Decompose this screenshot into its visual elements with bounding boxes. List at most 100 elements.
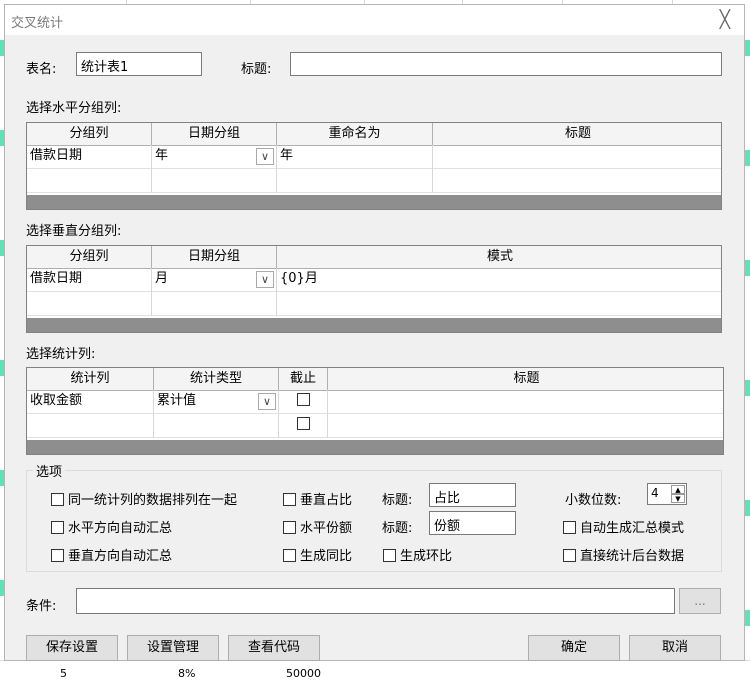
pattern-cell[interactable]: {0}月 bbox=[277, 268, 721, 292]
empty-cell[interactable] bbox=[27, 169, 152, 193]
gen-yoy-label: 生成同比 bbox=[300, 549, 353, 564]
decimals-stepper[interactable]: 4 ▲ ▼ bbox=[647, 483, 687, 505]
chevron-down-icon[interactable]: ∨ bbox=[258, 393, 276, 410]
empty-cell[interactable] bbox=[152, 292, 277, 316]
horizontal-scrollbar[interactable] bbox=[27, 195, 721, 209]
group-column-cell[interactable]: 借款日期 bbox=[27, 145, 152, 169]
empty-cell[interactable] bbox=[152, 169, 277, 193]
sheet-row: 5 8% 50000 bbox=[0, 660, 750, 682]
cutoff-cell bbox=[279, 390, 328, 414]
column-header[interactable]: 截止 bbox=[279, 368, 328, 390]
auto-summary-mode-checkbox[interactable] bbox=[563, 521, 576, 534]
date-group-select[interactable]: 年 ∨ bbox=[152, 145, 277, 169]
rename-cell[interactable]: 年 bbox=[277, 145, 433, 169]
ratio-title-label: 标题: bbox=[382, 493, 413, 508]
cancel-button[interactable]: 取消 bbox=[629, 635, 721, 661]
gen-yoy-option[interactable]: 生成同比 bbox=[283, 545, 352, 564]
table-row[interactable]: 借款日期 月 ∨ {0}月 bbox=[27, 268, 721, 292]
table-row[interactable] bbox=[27, 169, 721, 193]
stats-scrollbar[interactable] bbox=[27, 440, 723, 454]
stat-type-select[interactable]: 累计值 ∨ bbox=[154, 390, 279, 414]
empty-cell[interactable] bbox=[328, 414, 723, 438]
h-auto-sum-checkbox[interactable] bbox=[51, 521, 64, 534]
v-ratio-option[interactable]: 垂直占比 bbox=[283, 489, 352, 508]
empty-cell[interactable] bbox=[433, 169, 721, 193]
column-header[interactable]: 日期分组 bbox=[152, 246, 277, 268]
settings-manage-button[interactable]: 设置管理 bbox=[127, 635, 219, 661]
column-header[interactable]: 统计列 bbox=[27, 368, 154, 390]
column-header[interactable]: 标题 bbox=[433, 123, 721, 145]
column-header[interactable]: 日期分组 bbox=[152, 123, 277, 145]
gen-yoy-checkbox[interactable] bbox=[283, 549, 296, 562]
decimals-label: 小数位数: bbox=[565, 493, 622, 508]
v-auto-sum-option[interactable]: 垂直方向自动汇总 bbox=[51, 545, 172, 564]
ratio-title-input[interactable]: 占比 bbox=[429, 483, 516, 507]
cutoff-checkbox[interactable] bbox=[296, 392, 310, 406]
h-share-option[interactable]: 水平份额 bbox=[283, 517, 352, 536]
v-auto-sum-label: 垂直方向自动汇总 bbox=[68, 549, 173, 564]
empty-cell[interactable] bbox=[277, 292, 721, 316]
same-row-label: 同一统计列的数据排列在一起 bbox=[68, 493, 238, 508]
close-icon[interactable]: ╳ bbox=[720, 10, 730, 30]
spin-up-icon[interactable]: ▲ bbox=[671, 485, 685, 494]
group-column-cell[interactable]: 借款日期 bbox=[27, 268, 152, 292]
date-group-value: 月 bbox=[155, 271, 169, 286]
title-input[interactable] bbox=[290, 52, 722, 76]
table-row[interactable]: 收取金额 累计值 ∨ bbox=[27, 390, 723, 414]
horizontal-section-label: 选择水平分组列: bbox=[26, 101, 122, 116]
chevron-down-icon[interactable]: ∨ bbox=[256, 148, 274, 165]
v-ratio-checkbox[interactable] bbox=[283, 493, 296, 506]
empty-cell[interactable] bbox=[154, 414, 279, 438]
h-share-checkbox[interactable] bbox=[283, 521, 296, 534]
title-cell[interactable] bbox=[433, 145, 721, 169]
date-group-value: 年 bbox=[155, 148, 169, 163]
empty-cell[interactable] bbox=[27, 414, 154, 438]
v-ratio-label: 垂直占比 bbox=[300, 493, 353, 508]
vertical-group-grid: 分组列 日期分组 模式 借款日期 月 ∨ {0}月 bbox=[26, 245, 722, 333]
title-label: 标题: bbox=[241, 62, 272, 77]
decimals-value: 4 bbox=[651, 486, 659, 500]
share-title-label: 标题: bbox=[382, 521, 413, 536]
stat-type-value: 累计值 bbox=[157, 393, 197, 408]
chevron-down-icon[interactable]: ∨ bbox=[256, 271, 274, 288]
empty-cell[interactable] bbox=[27, 292, 152, 316]
cutoff-checkbox[interactable] bbox=[296, 416, 310, 430]
h-auto-sum-option[interactable]: 水平方向自动汇总 bbox=[51, 517, 172, 536]
column-header[interactable]: 模式 bbox=[277, 246, 721, 268]
direct-backend-checkbox[interactable] bbox=[563, 549, 576, 562]
table-row[interactable]: 借款日期 年 ∨ 年 bbox=[27, 145, 721, 169]
table-row[interactable] bbox=[27, 414, 723, 438]
condition-input[interactable] bbox=[76, 588, 675, 614]
title-cell[interactable] bbox=[328, 390, 723, 414]
column-header[interactable]: 分组列 bbox=[27, 123, 152, 145]
date-group-select[interactable]: 月 ∨ bbox=[152, 268, 277, 292]
empty-cell[interactable] bbox=[277, 169, 433, 193]
save-settings-button[interactable]: 保存设置 bbox=[26, 635, 118, 661]
gen-mom-option[interactable]: 生成环比 bbox=[383, 545, 452, 564]
stats-section-label: 选择统计列: bbox=[26, 347, 96, 362]
dialog-title: 交叉统计 bbox=[11, 16, 64, 31]
view-code-button[interactable]: 查看代码 bbox=[228, 635, 320, 661]
same-row-checkbox[interactable] bbox=[51, 493, 64, 506]
column-header[interactable]: 分组列 bbox=[27, 246, 152, 268]
horizontal-group-grid: 分组列 日期分组 重命名为 标题 借款日期 年 ∨ 年 bbox=[26, 122, 722, 210]
condition-browse-button[interactable]: ... bbox=[679, 588, 721, 614]
direct-backend-option[interactable]: 直接统计后台数据 bbox=[563, 545, 684, 564]
column-header[interactable]: 重命名为 bbox=[277, 123, 433, 145]
column-header[interactable]: 标题 bbox=[328, 368, 723, 390]
auto-summary-mode-option[interactable]: 自动生成汇总模式 bbox=[563, 517, 684, 536]
spin-down-icon[interactable]: ▼ bbox=[671, 494, 685, 503]
v-auto-sum-checkbox[interactable] bbox=[51, 549, 64, 562]
share-title-input[interactable]: 份额 bbox=[429, 511, 516, 535]
cross-stat-dialog: 交叉统计 ╳ 表名: 统计表1 标题: 选择水平分组列: 分组列 日期分组 重命… bbox=[4, 4, 745, 661]
ok-button[interactable]: 确定 bbox=[528, 635, 620, 661]
stat-column-cell[interactable]: 收取金额 bbox=[27, 390, 154, 414]
sheet-cell: 8% bbox=[178, 667, 196, 680]
table-name-input[interactable]: 统计表1 bbox=[76, 52, 202, 76]
column-header[interactable]: 统计类型 bbox=[154, 368, 279, 390]
options-group-label: 选项 bbox=[33, 461, 66, 480]
gen-mom-checkbox[interactable] bbox=[383, 549, 396, 562]
vertical-scrollbar[interactable] bbox=[27, 318, 721, 332]
table-row[interactable] bbox=[27, 292, 721, 316]
same-row-option[interactable]: 同一统计列的数据排列在一起 bbox=[51, 489, 237, 508]
